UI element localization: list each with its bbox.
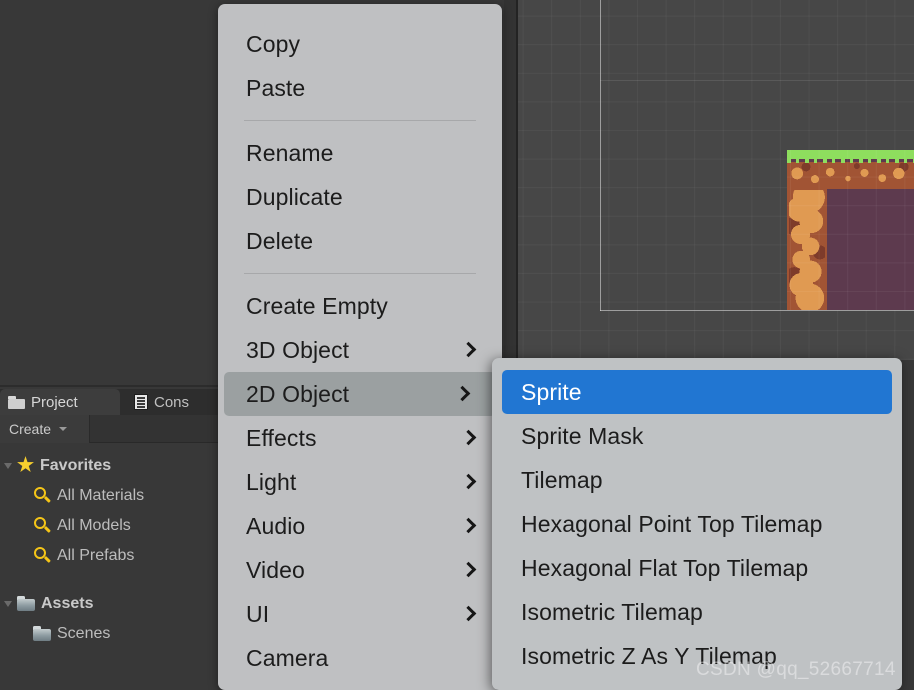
menu-item-audio[interactable]: Audio [218, 504, 502, 548]
search-icon [32, 516, 52, 536]
tree-item-favorites[interactable]: ★ Favorites [0, 451, 230, 481]
menu-item-rename[interactable]: Rename [218, 131, 502, 175]
menu-item-label: Copy [246, 30, 301, 57]
tree-item-label: Scenes [57, 625, 111, 642]
submenu-item-sprite-mask[interactable]: Sprite Mask [492, 414, 902, 458]
submenu-item-tilemap[interactable]: Tilemap [492, 458, 902, 502]
project-icon [8, 395, 25, 409]
tree-item-all-materials[interactable]: All Materials [0, 481, 230, 511]
project-dock: Project Cons Create ★ Favorites All Mate… [0, 389, 230, 690]
submenu-item-label: Isometric Tilemap [521, 598, 703, 625]
create-button[interactable]: Create [0, 415, 90, 443]
submenu-item-label: Sprite Mask [521, 422, 644, 449]
tree-item-label: Assets [41, 595, 94, 612]
tile-overlay-grid [787, 150, 914, 310]
console-icon [134, 394, 148, 410]
tree-item-label: All Materials [57, 487, 145, 504]
chevron-right-icon [462, 516, 474, 536]
tree-item-assets[interactable]: Assets [0, 589, 230, 619]
menu-item-label: Delete [246, 227, 314, 254]
submenu-item-sprite[interactable]: Sprite [502, 370, 892, 414]
submenu-2d-object: Sprite Sprite Mask Tilemap Hexagonal Poi… [492, 358, 902, 690]
tree-item-all-models[interactable]: All Models [0, 511, 230, 541]
menu-item-label: Rename [246, 139, 334, 166]
create-button-label: Create [9, 421, 52, 437]
submenu-item-isometric-z-as-y-tilemap[interactable]: Isometric Z As Y Tilemap [492, 634, 902, 678]
folder-icon [16, 596, 36, 612]
menu-item-label: Paste [246, 74, 306, 101]
chevron-down-icon[interactable] [0, 462, 16, 470]
menu-item-effects[interactable]: Effects [218, 416, 502, 460]
menu-item-label: 2D Object [246, 380, 350, 407]
menu-item-ui[interactable]: UI [218, 592, 502, 636]
caret-down-icon [59, 427, 68, 431]
submenu-item-hexagonal-flat-top-tilemap[interactable]: Hexagonal Flat Top Tilemap [492, 546, 902, 590]
chevron-down-icon[interactable] [0, 600, 16, 608]
menu-item-label: Effects [246, 424, 317, 451]
submenu-item-label: Hexagonal Point Top Tilemap [521, 510, 823, 537]
menu-item-create-empty[interactable]: Create Empty [218, 284, 502, 328]
tab-project-label: Project [31, 393, 78, 411]
tab-project[interactable]: Project [0, 389, 120, 415]
tree-item-label: All Models [57, 517, 131, 534]
project-toolbar: Create [0, 415, 230, 443]
scene-bounds-horizontal-line [600, 310, 914, 311]
menu-item-video[interactable]: Video [218, 548, 502, 592]
submenu-item-label: Sprite [521, 378, 582, 405]
menu-item-label: Audio [246, 512, 306, 539]
scene-left-gutter [504, 0, 516, 360]
submenu-item-label: Tilemap [521, 466, 603, 493]
menu-item-paste[interactable]: Paste [218, 66, 502, 110]
tree-item-label: All Prefabs [57, 547, 135, 564]
tab-console[interactable]: Cons [126, 389, 230, 415]
chevron-right-icon [462, 340, 474, 360]
tree-item-scenes[interactable]: Scenes [0, 619, 230, 649]
menu-item-label: Light [246, 468, 297, 495]
submenu-item-hexagonal-point-top-tilemap[interactable]: Hexagonal Point Top Tilemap [492, 502, 902, 546]
menu-separator [244, 120, 476, 121]
tilemap-sprite-object[interactable] [787, 150, 914, 310]
search-icon [32, 546, 52, 566]
menu-item-2d-object[interactable]: 2D Object [224, 372, 496, 416]
chevron-right-icon [462, 560, 474, 580]
submenu-item-isometric-tilemap[interactable]: Isometric Tilemap [492, 590, 902, 634]
hierarchy-panel-area [0, 0, 218, 389]
submenu-item-label: Isometric Z As Y Tilemap [521, 642, 777, 669]
scene-grid-major-line [600, 80, 914, 81]
context-menu: Copy Paste Rename Duplicate Delete Creat… [218, 4, 502, 690]
submenu-item-label: Hexagonal Flat Top Tilemap [521, 554, 809, 581]
folder-icon [32, 626, 52, 642]
panel-divider [0, 385, 218, 387]
tree-item-all-prefabs[interactable]: All Prefabs [0, 541, 230, 571]
tab-console-label: Cons [154, 393, 190, 411]
scene-bounds-vertical-line [600, 0, 601, 311]
menu-separator [244, 273, 476, 274]
dock-tabbar: Project Cons [0, 389, 230, 415]
menu-item-label: Create Empty [246, 292, 388, 319]
menu-item-label: Duplicate [246, 183, 343, 210]
search-icon [32, 486, 52, 506]
chevron-right-icon [462, 428, 474, 448]
menu-item-label: Video [246, 556, 305, 583]
scene-left-edge [516, 0, 518, 360]
menu-item-duplicate[interactable]: Duplicate [218, 175, 502, 219]
menu-item-label: Camera [246, 644, 329, 671]
tree-item-label: Favorites [40, 457, 112, 474]
app-root: Project Cons Create ★ Favorites All Mate… [0, 0, 914, 690]
menu-item-delete[interactable]: Delete [218, 219, 502, 263]
menu-item-camera[interactable]: Camera [218, 636, 502, 680]
menu-item-label: UI [246, 600, 270, 627]
chevron-right-icon [462, 472, 474, 492]
project-tree: ★ Favorites All Materials All Models All… [0, 444, 230, 690]
menu-item-light[interactable]: Light [218, 460, 502, 504]
star-icon: ★ [16, 455, 35, 476]
chevron-right-icon [462, 604, 474, 624]
menu-item-label: 3D Object [246, 336, 350, 363]
menu-item-3d-object[interactable]: 3D Object [218, 328, 502, 372]
menu-item-copy[interactable]: Copy [218, 22, 502, 66]
chevron-right-icon [456, 384, 468, 404]
tree-gap [0, 571, 230, 589]
